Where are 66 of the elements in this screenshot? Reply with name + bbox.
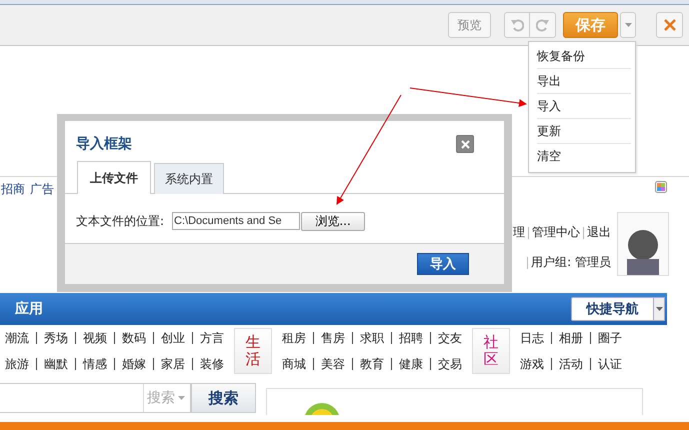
menu-item[interactable]: 清空 (537, 144, 631, 168)
quick-nav-button[interactable]: 快捷导航 (571, 297, 654, 321)
link[interactable]: 广告 (30, 181, 54, 201)
close-button[interactable] (656, 12, 683, 38)
category-link[interactable]: 视频 (83, 330, 107, 346)
menu-item[interactable]: 恢复备份 (537, 44, 631, 69)
category-link[interactable]: 健康 (399, 356, 423, 372)
category-link[interactable]: 认证 (598, 356, 622, 372)
caret-icon (656, 307, 662, 311)
menu-item[interactable]: 导出 (537, 69, 631, 94)
category-link[interactable]: 方言 (200, 330, 224, 346)
menu-item[interactable]: 更新 (537, 119, 631, 144)
close-button[interactable] (456, 135, 474, 153)
category-link[interactable]: 家居 (161, 356, 185, 372)
field-label: 文本文件的位置: (76, 212, 164, 230)
category-link[interactable]: 婚嫁 (122, 356, 146, 372)
category-link[interactable]: 美容 (321, 356, 345, 372)
category-link[interactable]: 交友 (438, 330, 462, 346)
search-button[interactable]: 搜索 (191, 383, 256, 413)
category-link[interactable]: 招聘 (399, 330, 423, 346)
browse-button[interactable]: 浏览... (301, 212, 366, 230)
category-link[interactable]: 情感 (83, 356, 107, 372)
file-path-field[interactable]: C:\Documents and Se (172, 212, 300, 230)
menu-item[interactable]: 导入 (537, 94, 631, 119)
category-link[interactable]: 幽默 (44, 356, 68, 372)
link[interactable]: 退出 (587, 224, 611, 241)
category-link[interactable]: 装修 (200, 356, 224, 372)
category-link[interactable]: 数码 (122, 330, 146, 346)
close-icon (664, 19, 676, 31)
redo-icon (536, 18, 550, 32)
category-link[interactable]: 游戏 (520, 356, 544, 372)
category-link[interactable]: 旅游 (5, 356, 29, 372)
category-tag: 社区 (472, 328, 510, 374)
category-link[interactable]: 创业 (161, 330, 185, 346)
tab[interactable]: 系统内置 (154, 163, 224, 194)
dropdown-button[interactable] (654, 297, 665, 321)
category-link[interactable]: 售房 (321, 330, 345, 346)
undo-icon (510, 18, 524, 32)
category-link[interactable]: 活动 (559, 356, 583, 372)
category-link[interactable]: 租房 (282, 330, 306, 346)
category-link[interactable]: 潮流 (5, 330, 29, 346)
category-link[interactable]: 圈子 (598, 330, 622, 346)
user-group-text: 用户组: 管理员 (531, 254, 611, 271)
undo-button[interactable] (504, 12, 530, 38)
category-link[interactable]: 教育 (360, 356, 384, 372)
category-link[interactable]: 日志 (520, 330, 544, 346)
link[interactable]: 理 (513, 224, 525, 241)
category-tag: 生活 (234, 328, 272, 374)
caret-icon (178, 396, 185, 400)
nav-title[interactable]: 应用 (15, 300, 43, 318)
category-link[interactable]: 求职 (360, 330, 384, 346)
color-palette-icon (655, 181, 667, 193)
link[interactable]: 管理中心 (532, 224, 580, 241)
category-link[interactable]: 秀场 (44, 330, 68, 346)
category-link[interactable]: 商城 (282, 356, 306, 372)
category-link[interactable]: 相册 (559, 330, 583, 346)
link[interactable]: 招商 (1, 181, 25, 201)
logo-icon (302, 400, 342, 414)
tab[interactable]: 上传文件 (77, 161, 151, 194)
category-link[interactable]: 交易 (438, 356, 462, 372)
redo-button[interactable] (530, 12, 556, 38)
import-button[interactable]: 导入 (417, 253, 469, 275)
dropdown-button[interactable] (620, 12, 636, 38)
caret-icon (624, 23, 632, 27)
dialog-title: 导入框架 (76, 135, 132, 153)
close-icon (460, 140, 470, 148)
